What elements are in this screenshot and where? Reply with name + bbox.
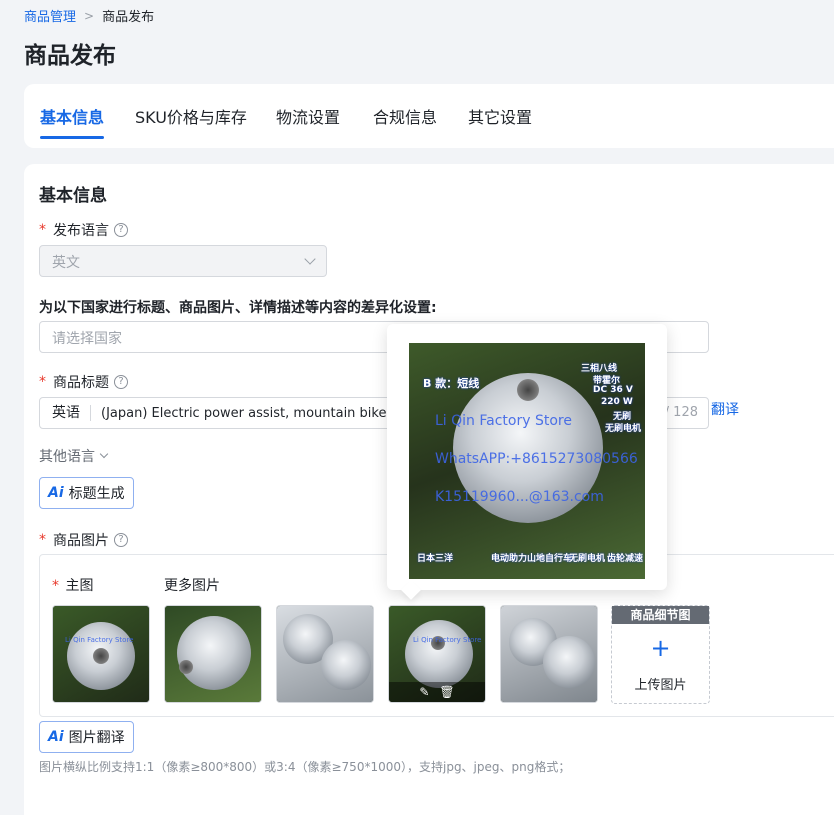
section-title: 基本信息 xyxy=(39,186,107,206)
preview-bottom-label: 电动助力 xyxy=(491,554,528,564)
edit-icon[interactable]: ✎ xyxy=(419,685,429,699)
product-title-label: * 商品标题 ? xyxy=(39,372,128,392)
plus-icon: + xyxy=(650,634,671,662)
preview-watermark-email: K15119960...@163.com xyxy=(435,489,604,505)
preview-spec-line: 无刷电机 xyxy=(605,424,642,434)
publish-language-label: * 发布语言 ? xyxy=(39,220,128,240)
required-mark: * xyxy=(52,578,59,594)
preview-spec-line: 220 W xyxy=(601,397,633,407)
detail-image-upload[interactable]: 商品细节图 + 上传图片 xyxy=(611,605,710,704)
preview-watermark-store: Li Qin Factory Store xyxy=(435,413,572,429)
title-language-prefix: 英语 xyxy=(40,405,91,421)
more-image-thumbnail[interactable] xyxy=(164,605,262,703)
publish-language-select[interactable]: 英文 xyxy=(39,245,327,277)
ai-title-generate-label: 标题生成 xyxy=(68,486,125,502)
image-preview: B 款：短线 三相八线 带霍尔 DC 36 V 220 W 无刷 无刷电机 Li… xyxy=(409,343,645,579)
motor-hub xyxy=(177,616,251,690)
preview-variant-label: B 款：短线 xyxy=(423,377,480,390)
thumbnail-watermark: Li Qin Factory Store xyxy=(65,636,134,644)
breadcrumb-current: 商品发布 xyxy=(102,10,155,25)
tab-compliance[interactable]: 合规信息 xyxy=(373,104,437,128)
publish-language-value: 英文 xyxy=(52,255,80,271)
motor-hub xyxy=(543,636,595,688)
ai-icon: Ai xyxy=(48,485,64,501)
thumbnail-watermark: Li Qin Factory Store xyxy=(413,636,482,644)
breadcrumb: 商品管理 > 商品发布 xyxy=(24,6,155,26)
preview-bottom-label: 日本三洋 xyxy=(417,554,454,564)
trash-icon[interactable]: 🗑 xyxy=(439,685,454,699)
breadcrumb-separator-icon: > xyxy=(84,8,95,23)
main-image-label-text: 主图 xyxy=(65,578,94,594)
product-images-label-text: 商品图片 xyxy=(53,533,109,549)
tab-other-settings[interactable]: 其它设置 xyxy=(468,104,532,128)
more-images-label: 更多图片 xyxy=(164,578,220,594)
translate-link[interactable]: 翻译 xyxy=(711,399,739,419)
required-mark: * xyxy=(39,532,46,548)
required-mark: * xyxy=(39,222,46,238)
tab-bar: 基本信息 SKU价格与库存 物流设置 合规信息 其它设置 xyxy=(24,84,834,148)
motor-hub xyxy=(321,640,371,690)
chevron-down-icon xyxy=(99,449,109,459)
help-icon[interactable]: ? xyxy=(114,223,128,237)
upload-image-label: 上传图片 xyxy=(634,678,687,693)
product-images-label: * 商品图片 ? xyxy=(39,530,128,550)
ai-image-translate-label: 图片翻译 xyxy=(68,730,125,746)
help-icon[interactable]: ? xyxy=(114,533,128,547)
image-format-hint: 图片横纵比例支持1:1（像素≥800*800）或3:4（像素≥750*1000）… xyxy=(39,760,571,774)
thumbnail-toolbar: ✎ 🗑 xyxy=(389,682,485,702)
ai-icon: Ai xyxy=(48,729,64,745)
active-tab-indicator xyxy=(40,136,104,139)
motor-axle xyxy=(517,379,539,401)
detail-image-header: 商品细节图 xyxy=(612,606,709,624)
preview-bottom-label: 无刷电机 xyxy=(569,554,606,564)
main-image-label: * 主图 xyxy=(52,575,93,595)
title-char-counter: / 128 xyxy=(664,405,698,420)
main-image-thumbnail[interactable]: Li Qin Factory Store xyxy=(52,605,150,703)
more-image-thumbnail[interactable]: Li Qin Factory Store ✎ 🗑 xyxy=(388,605,486,703)
tab-logistics[interactable]: 物流设置 xyxy=(276,104,340,128)
country-select-placeholder: 请选择国家 xyxy=(52,331,122,347)
country-setting-label: 为以下国家进行标题、商品图片、详情描述等内容的差异化设置: xyxy=(39,300,437,316)
preview-watermark-whatsapp: WhatsAPP:+8615273080566 xyxy=(435,451,638,467)
motor-axle xyxy=(93,648,109,664)
preview-spec-line: DC 36 V xyxy=(593,385,633,395)
page-title: 商品发布 xyxy=(24,43,116,69)
tab-sku-price-stock[interactable]: SKU价格与库存 xyxy=(135,104,247,128)
other-languages-toggle[interactable]: 其他语言 xyxy=(39,446,109,466)
ai-image-translate-button[interactable]: Ai 图片翻译 xyxy=(39,721,134,753)
publish-language-label-text: 发布语言 xyxy=(53,223,109,239)
tab-basic-info[interactable]: 基本信息 xyxy=(40,104,104,128)
breadcrumb-parent-link[interactable]: 商品管理 xyxy=(24,6,76,25)
ai-title-generate-button[interactable]: Ai 标题生成 xyxy=(39,477,134,509)
more-image-thumbnail[interactable] xyxy=(500,605,598,703)
preview-bottom-label: 山地自行车 xyxy=(527,554,573,564)
motor-hub xyxy=(405,620,473,688)
help-icon[interactable]: ? xyxy=(114,375,128,389)
required-mark: * xyxy=(39,374,46,390)
more-image-thumbnail[interactable] xyxy=(276,605,374,703)
product-title-label-text: 商品标题 xyxy=(53,375,109,391)
other-languages-label: 其他语言 xyxy=(39,449,95,465)
chevron-down-icon xyxy=(304,253,316,265)
preview-bottom-label: 齿轮减速 xyxy=(607,554,644,564)
motor-axle xyxy=(179,660,193,674)
